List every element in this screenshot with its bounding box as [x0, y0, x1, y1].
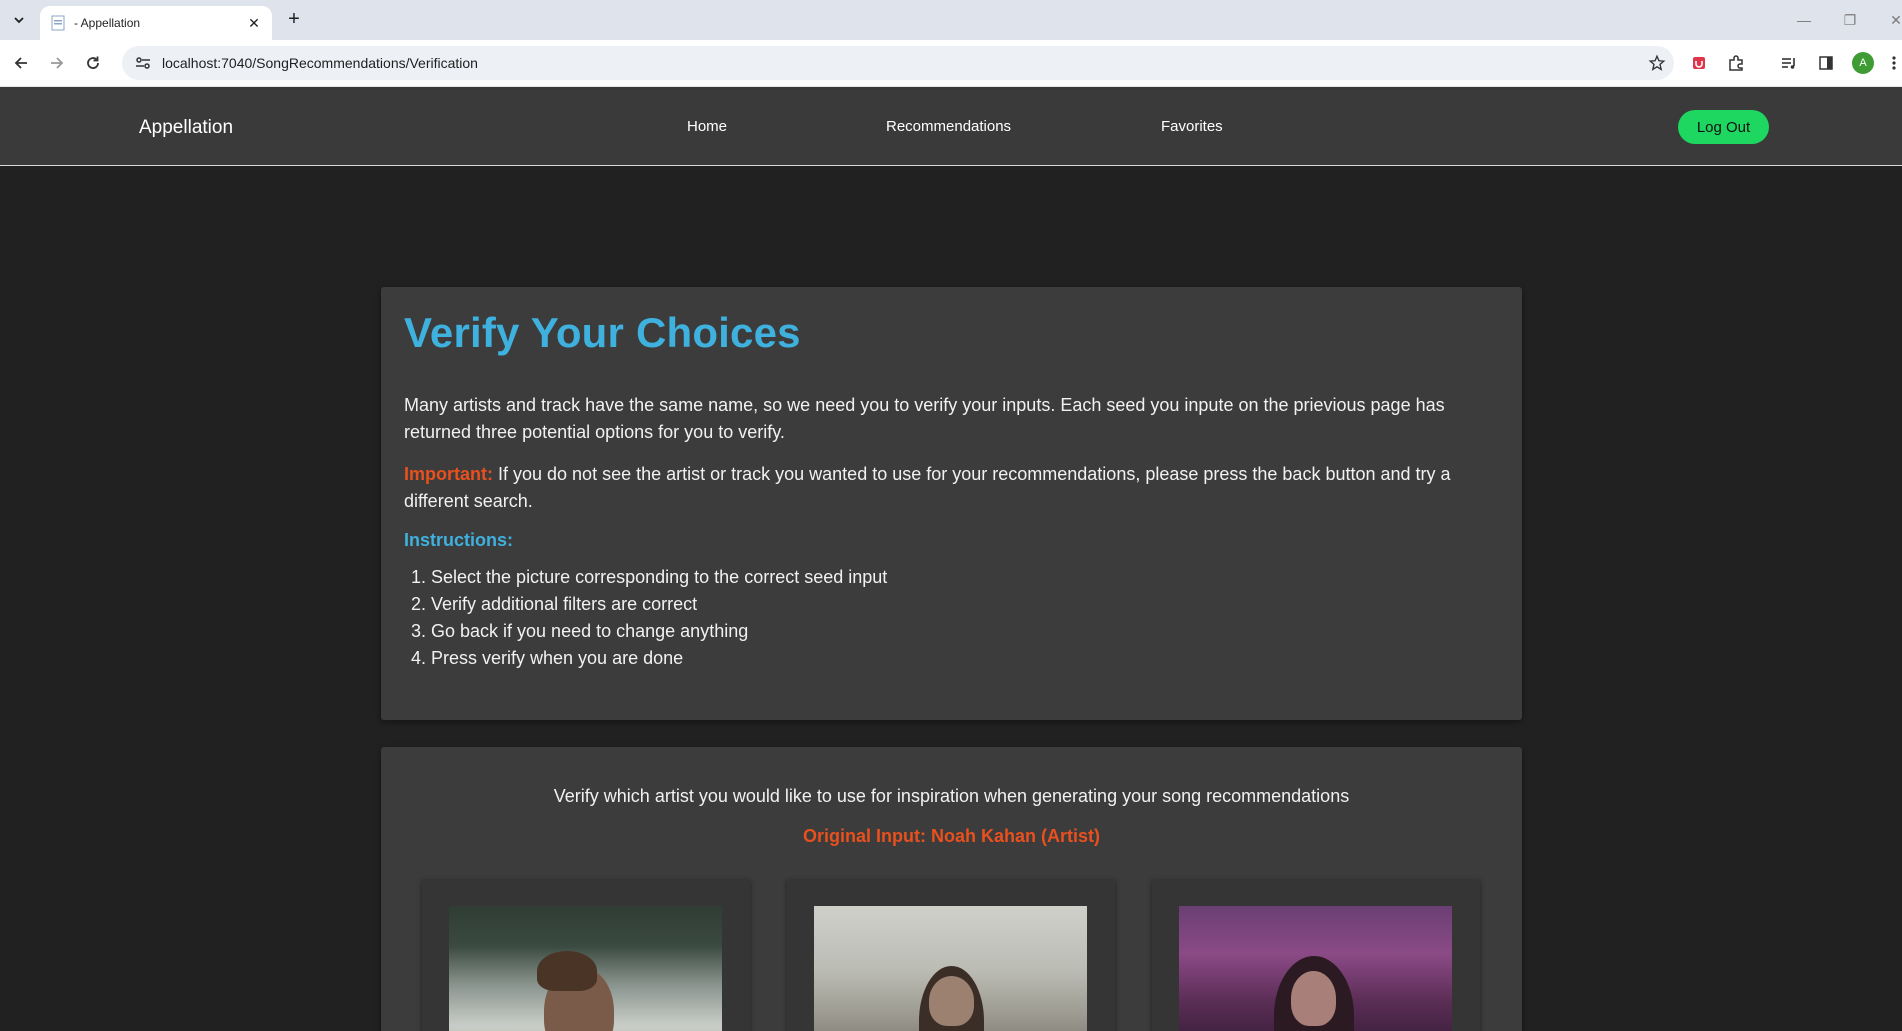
browser-tab-active[interactable]: - Appellation ✕: [40, 6, 272, 40]
instruction-item: Go back if you need to change anything: [431, 618, 1499, 645]
page-title: Verify Your Choices: [404, 309, 801, 356]
brand-logo-text[interactable]: Appellation: [139, 117, 233, 139]
side-panel-icon[interactable]: [1815, 52, 1837, 74]
site-navbar: Appellation Home Recommendations Favorit…: [0, 87, 1902, 166]
browser-toolbar: localhost:7040/SongRecommendations/Verif…: [0, 40, 1902, 87]
artist-option-photo[interactable]: [814, 906, 1087, 1031]
tab-close-icon[interactable]: ✕: [246, 15, 262, 32]
instructions-heading: Instructions:: [404, 530, 514, 551]
nav-link-favorites[interactable]: Favorites: [1161, 118, 1223, 135]
reload-icon[interactable]: [80, 50, 106, 76]
important-label: Important:: [404, 464, 493, 485]
profile-avatar[interactable]: A: [1852, 52, 1874, 74]
instruction-item: Verify additional filters are correct: [431, 591, 1499, 618]
intro-paragraph: Many artists and track have the same nam…: [404, 395, 1445, 443]
artist-option-photo[interactable]: [1179, 906, 1452, 1031]
site-info-icon[interactable]: [128, 56, 158, 70]
instruction-item: Press verify when you are done: [431, 645, 1499, 672]
nav-link-recommendations[interactable]: Recommendations: [886, 118, 1011, 135]
browser-menu-kebab-icon[interactable]: [1888, 52, 1900, 74]
important-text: If you do not see the artist or track yo…: [404, 464, 1451, 512]
extension-shield-icon[interactable]: [1688, 52, 1710, 74]
artist-option-photo[interactable]: [449, 906, 722, 1031]
browser-tabstrip: - Appellation ✕ + — ❐ ✕: [0, 0, 1902, 40]
restore-icon[interactable]: ❐: [1838, 8, 1862, 32]
artist-option-card[interactable]: [787, 880, 1115, 1031]
log-out-button[interactable]: Log Out: [1678, 110, 1769, 144]
new-tab-plus-icon[interactable]: +: [282, 8, 306, 32]
bookmark-star-icon[interactable]: [1640, 54, 1674, 72]
artist-choice-prompt: Verify which artist you would like to us…: [553, 786, 1350, 806]
window-close-icon[interactable]: ✕: [1884, 8, 1902, 32]
page-favicon-icon: [50, 15, 66, 31]
original-input-label: Original Input: Noah Kahan (Artist): [803, 826, 1100, 846]
nav-link-home[interactable]: Home: [687, 118, 727, 135]
forward-arrow-icon[interactable]: [44, 50, 70, 76]
instruction-item: Select the picture corresponding to the …: [431, 564, 1499, 591]
media-controls-icon[interactable]: [1778, 52, 1800, 74]
extensions-puzzle-icon[interactable]: [1725, 52, 1747, 74]
minimize-icon[interactable]: —: [1792, 8, 1816, 32]
back-arrow-icon[interactable]: [8, 50, 34, 76]
tab-title: - Appellation: [74, 16, 141, 30]
important-paragraph: Important: If you do not see the artist …: [404, 461, 1499, 515]
tab-search-chevron-icon[interactable]: [7, 8, 31, 32]
artist-choice-card: Verify which artist you would like to us…: [381, 747, 1522, 1031]
artist-option-card[interactable]: [1152, 880, 1480, 1031]
address-bar[interactable]: localhost:7040/SongRecommendations/Verif…: [122, 46, 1674, 80]
verify-instructions-card: Verify Your Choices Many artists and tra…: [381, 287, 1522, 720]
instructions-list: Select the picture corresponding to the …: [404, 564, 1499, 672]
url-text[interactable]: localhost:7040/SongRecommendations/Verif…: [162, 55, 1640, 71]
artist-option-card[interactable]: [422, 880, 750, 1031]
